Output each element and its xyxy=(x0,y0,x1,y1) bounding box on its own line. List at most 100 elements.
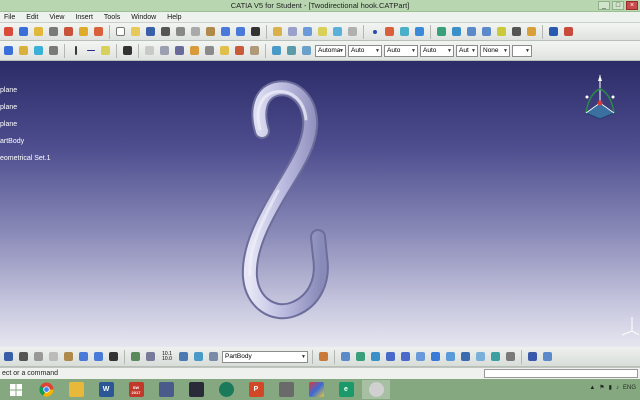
paste-icon[interactable] xyxy=(62,350,75,363)
undo-icon[interactable] xyxy=(219,25,232,38)
multi-view-icon[interactable] xyxy=(526,350,539,363)
save-icon[interactable] xyxy=(2,350,15,363)
tree-item-geometrical-set[interactable]: eometrical Set.1 xyxy=(0,155,51,162)
menu-window[interactable]: Window xyxy=(131,14,156,21)
tree-item-xy-plane[interactable]: plane xyxy=(0,87,17,94)
zoom-in-icon[interactable] xyxy=(465,25,478,38)
tray-arrow-icon[interactable]: ▲ xyxy=(589,385,595,391)
zoom-in-icon[interactable] xyxy=(384,350,397,363)
material-icon[interactable] xyxy=(233,44,246,57)
measure-icon[interactable] xyxy=(525,25,538,38)
rotate-icon[interactable] xyxy=(450,25,463,38)
compass-icon[interactable] xyxy=(578,69,622,125)
command-input[interactable] xyxy=(484,369,638,378)
pan-icon[interactable] xyxy=(354,350,367,363)
custom-view-icon[interactable] xyxy=(203,44,216,57)
hook-model[interactable] xyxy=(220,71,370,341)
color-combo[interactable]: Automa ▼ xyxy=(315,44,346,57)
hide-show-icon[interactable] xyxy=(474,350,487,363)
point-type-combo[interactable]: Aut ▼ xyxy=(456,44,478,57)
redo-icon[interactable] xyxy=(234,25,247,38)
shading-icon[interactable] xyxy=(143,44,156,57)
rib-icon[interactable] xyxy=(92,25,105,38)
tree-item-zx-plane[interactable]: plane xyxy=(0,121,17,128)
plane-icon[interactable] xyxy=(398,25,411,38)
swap-visible-icon[interactable] xyxy=(489,350,502,363)
wireframe-mode-icon[interactable] xyxy=(173,44,186,57)
line-tool-icon[interactable] xyxy=(84,44,97,57)
zoom-out-icon[interactable] xyxy=(399,350,412,363)
paint-icon[interactable] xyxy=(562,25,575,38)
taskbar-app-5[interactable] xyxy=(152,380,180,399)
hole-icon[interactable] xyxy=(77,25,90,38)
taskbar-app-6[interactable] xyxy=(182,380,210,399)
chamfer-icon[interactable] xyxy=(286,25,299,38)
constraint-icon[interactable] xyxy=(121,44,134,57)
undo-icon[interactable] xyxy=(77,350,90,363)
menu-insert[interactable]: Insert xyxy=(75,14,93,21)
normal-view-icon[interactable] xyxy=(495,25,508,38)
plane-icon[interactable] xyxy=(177,350,190,363)
update-icon[interactable] xyxy=(129,350,142,363)
language-indicator[interactable]: ENG xyxy=(623,385,636,391)
normal-view-icon[interactable] xyxy=(414,350,427,363)
boolean-icon[interactable] xyxy=(47,44,60,57)
thread-icon[interactable] xyxy=(346,25,359,38)
line-type-combo[interactable]: Auto ▼ xyxy=(420,44,454,57)
taskbar-word[interactable]: W xyxy=(92,380,120,399)
layer-icon[interactable] xyxy=(192,350,205,363)
thickness-icon[interactable] xyxy=(331,25,344,38)
taskbar-app-9[interactable] xyxy=(272,380,300,399)
hidden-edges-icon[interactable] xyxy=(188,44,201,57)
point-icon[interactable] xyxy=(368,25,381,38)
transparency-combo[interactable]: Auto ▼ xyxy=(348,44,382,57)
catalog-icon[interactable] xyxy=(317,350,330,363)
properties-icon[interactable] xyxy=(207,350,220,363)
pocket-icon[interactable] xyxy=(32,25,45,38)
layer-combo[interactable]: ▼ xyxy=(512,44,532,57)
line-thickness-combo[interactable]: Auto ▼ xyxy=(384,44,418,57)
tree-item-yz-plane[interactable]: plane xyxy=(0,104,17,111)
close-button[interactable]: × xyxy=(626,1,638,10)
redo-icon[interactable] xyxy=(92,350,105,363)
open-icon[interactable] xyxy=(129,25,142,38)
filter-icon[interactable] xyxy=(285,44,298,57)
fillet-icon[interactable] xyxy=(271,25,284,38)
rotate-icon[interactable] xyxy=(369,350,382,363)
help-icon[interactable] xyxy=(107,350,120,363)
pad-icon[interactable] xyxy=(17,25,30,38)
extrude-icon[interactable] xyxy=(32,44,45,57)
sketch-icon[interactable] xyxy=(2,25,15,38)
copy-icon[interactable] xyxy=(189,25,202,38)
tree-item-partbody[interactable]: artBody xyxy=(0,138,24,145)
taskbar-chrome[interactable] xyxy=(32,380,60,399)
start-button[interactable] xyxy=(2,380,30,399)
taskbar-edge[interactable]: e xyxy=(332,380,360,399)
layer-filter-icon[interactable] xyxy=(300,44,313,57)
3d-viewport[interactable]: plane plane plane artBody eometrical Set… xyxy=(0,61,640,347)
axis-icon[interactable] xyxy=(99,44,112,57)
menu-view[interactable]: View xyxy=(49,14,64,21)
taskbar-app-10[interactable] xyxy=(302,380,330,399)
shading-edges-icon[interactable] xyxy=(158,44,171,57)
new-icon[interactable] xyxy=(114,25,127,38)
save-icon[interactable] xyxy=(144,25,157,38)
whats-this-icon[interactable] xyxy=(249,25,262,38)
taskbar-powerpoint[interactable]: P xyxy=(242,380,270,399)
table-icon[interactable] xyxy=(547,25,560,38)
menu-edit[interactable]: Edit xyxy=(26,14,38,21)
flag-icon[interactable]: ⚑ xyxy=(599,384,604,391)
measure-icon[interactable]: 10.1 10.0 xyxy=(159,350,175,363)
formula-icon[interactable] xyxy=(510,25,523,38)
apply-material-icon[interactable] xyxy=(248,44,261,57)
surface-icon[interactable] xyxy=(17,44,30,57)
taskbar-catia[interactable] xyxy=(362,380,390,399)
menu-tools[interactable]: Tools xyxy=(104,14,120,21)
paste-icon[interactable] xyxy=(204,25,217,38)
axis-system-icon[interactable] xyxy=(144,350,157,363)
fit-all-icon[interactable] xyxy=(339,350,352,363)
spline-icon[interactable] xyxy=(413,25,426,38)
cut-icon[interactable] xyxy=(32,350,45,363)
rendering-style-combo[interactable]: None ▼ xyxy=(480,44,510,57)
groove-icon[interactable] xyxy=(62,25,75,38)
